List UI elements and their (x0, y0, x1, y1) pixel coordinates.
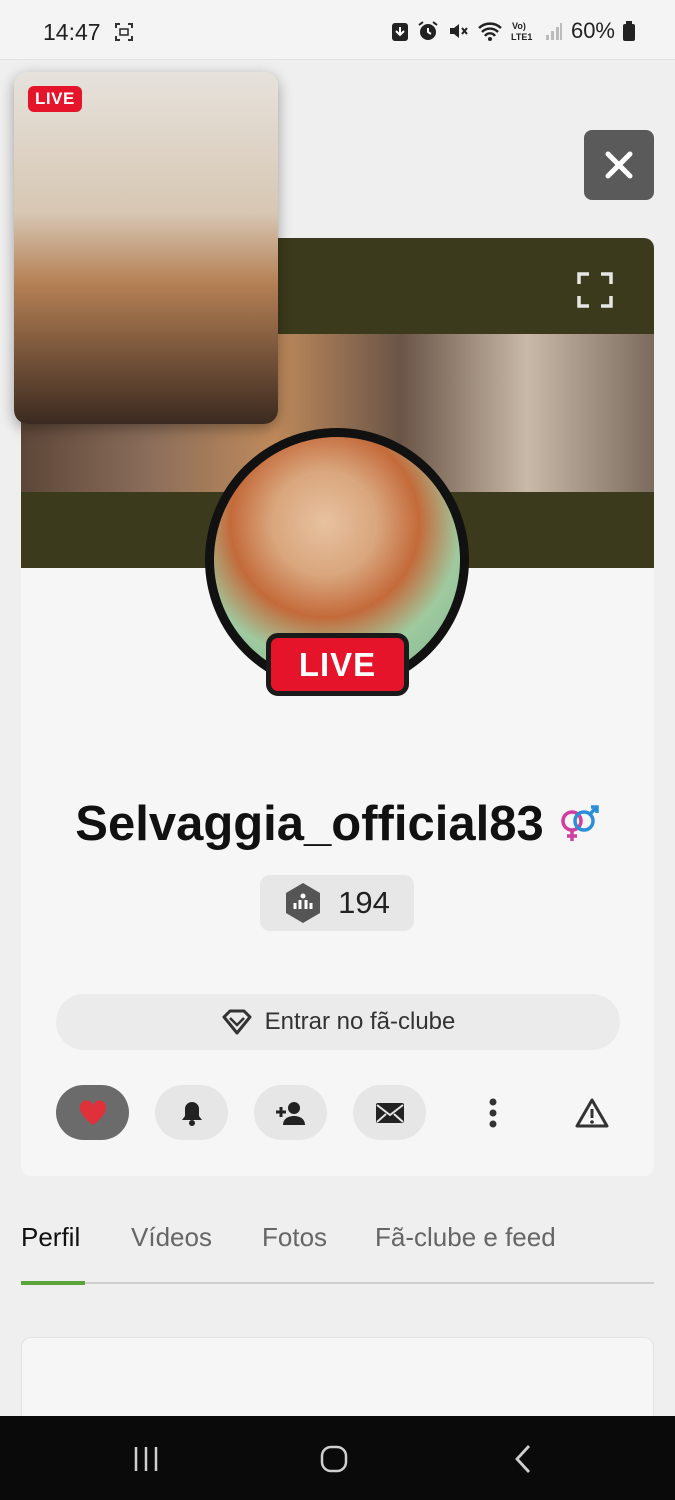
join-fanclub-button[interactable]: Entrar no fã-clube (56, 994, 620, 1050)
level-hexagon-icon (286, 883, 321, 923)
mail-icon (375, 1102, 404, 1123)
tab-fotos[interactable]: Fotos (262, 1222, 327, 1253)
report-button[interactable] (555, 1085, 628, 1140)
username-row: Selvaggia_official83 (21, 796, 654, 852)
add-user-icon (275, 1101, 305, 1125)
mini-live-badge: LIVE (28, 86, 82, 112)
wifi-icon (478, 22, 502, 41)
tab-perfil[interactable]: Perfil (21, 1222, 80, 1253)
profile-tabs: Perfil Vídeos Fotos Fã-clube e feed (21, 1222, 654, 1285)
action-bar (56, 1085, 616, 1140)
couple-gender-icon (560, 805, 599, 841)
favorite-button[interactable] (56, 1085, 129, 1140)
username: Selvaggia_official83 (75, 797, 544, 851)
system-nav-bar (0, 1416, 675, 1500)
more-vert-icon (489, 1098, 496, 1127)
warning-icon (575, 1098, 608, 1127)
home-icon (320, 1445, 348, 1473)
fullscreen-icon[interactable] (577, 272, 613, 308)
follow-button[interactable] (254, 1085, 327, 1140)
recents-button[interactable] (126, 1442, 166, 1476)
level-badge[interactable]: 194 (260, 875, 414, 931)
download-icon (391, 23, 408, 41)
close-icon (605, 151, 633, 179)
status-bar: 14:47 Vo) LTE1 60% (0, 0, 675, 60)
svg-text:LTE1: LTE1 (511, 32, 532, 42)
notify-button[interactable] (155, 1085, 228, 1140)
tab-videos[interactable]: Vídeos (131, 1222, 212, 1253)
mute-icon (449, 24, 468, 38)
active-tab-indicator (21, 1281, 85, 1285)
home-button[interactable] (314, 1442, 354, 1476)
heart-icon (79, 1099, 106, 1125)
live-badge: LIVE (266, 633, 409, 696)
bell-icon (181, 1101, 202, 1126)
battery-icon (623, 21, 635, 41)
alarm-icon (418, 21, 438, 40)
signal-icon (545, 23, 562, 40)
battery-percent: 60% (570, 18, 615, 43)
back-button[interactable] (503, 1442, 543, 1476)
level-number: 194 (338, 885, 390, 920)
more-button[interactable] (456, 1085, 529, 1140)
join-fanclub-label: Entrar no fã-clube (264, 1008, 456, 1035)
recents-icon (134, 1447, 158, 1471)
tab-fanclub-feed[interactable]: Fã-clube e feed (375, 1222, 556, 1253)
volte-icon: Vo)LTE1 (511, 21, 532, 42)
screenshot-icon (115, 23, 133, 41)
mini-live-player[interactable]: LIVE (14, 72, 278, 424)
message-button[interactable] (353, 1085, 426, 1140)
diamond-icon (222, 1009, 252, 1035)
status-time: 14:47 (43, 19, 101, 45)
close-button[interactable] (584, 130, 654, 200)
svg-text:Vo): Vo) (512, 21, 526, 31)
back-icon (515, 1445, 531, 1473)
